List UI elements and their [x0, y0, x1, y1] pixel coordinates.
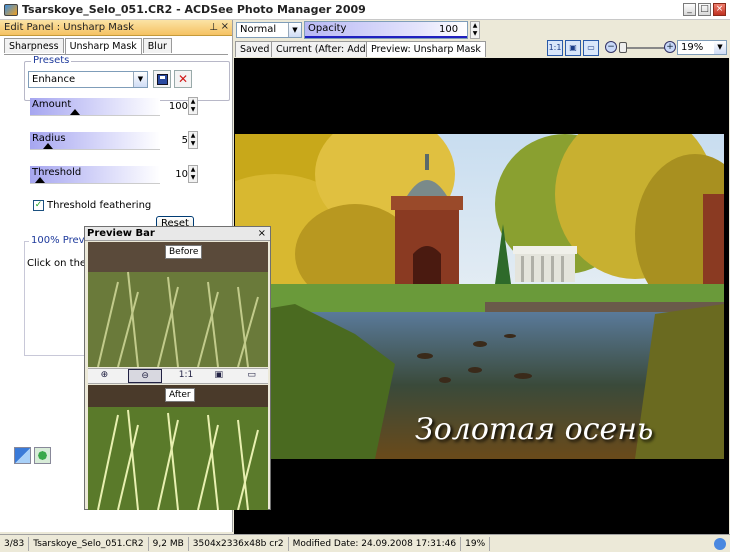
opacity-level-bar: [305, 36, 467, 38]
image-viewer[interactable]: Золотая осень: [234, 58, 729, 534]
after-label: After: [165, 388, 195, 402]
preview-bar-title: Preview Bar: [87, 228, 155, 239]
radius-track: [30, 149, 160, 150]
tab-unsharp-mask[interactable]: Unsharp Mask: [64, 38, 142, 54]
status-size: 9,2 MB: [149, 536, 189, 551]
app-icon: [4, 3, 18, 16]
fit-icon: ▣: [569, 43, 577, 52]
preview-bar-tools: ⊕ ⊖ 1:1 ▣ ▭: [88, 368, 268, 384]
delete-preset-button[interactable]: ✕: [174, 70, 192, 88]
presets-group: Presets Enhance ▼ ✕: [24, 55, 230, 101]
maximize-button[interactable]: □: [698, 3, 711, 16]
status-bar: 3/83 Tsarskoye_Selo_051.CR2 9,2 MB 3504x…: [0, 534, 730, 552]
threshold-feathering-option[interactable]: ✓ Threshold feathering: [33, 200, 151, 211]
threshold-feathering-label: Threshold feathering: [47, 200, 152, 211]
threshold-slider[interactable]: Threshold: [30, 166, 160, 184]
tab-preview[interactable]: Preview: Unsharp Mask: [366, 41, 486, 57]
status-zoom: 19%: [461, 536, 491, 551]
tab-sharpness[interactable]: Sharpness: [4, 38, 64, 53]
threshold-spinner[interactable]: ▲ ▼: [188, 165, 198, 183]
tab-blur[interactable]: Blur: [142, 38, 172, 53]
amount-slider-thumb[interactable]: [70, 109, 80, 115]
preview-bar-window: Preview Bar × Before ⊕ ⊖ 1:1 ▣ ▭ After: [84, 226, 271, 510]
grass-before-image: [88, 242, 268, 367]
radius-spinner[interactable]: ▲ ▼: [188, 131, 198, 149]
edit-tabs: Sharpness Unsharp Mask Blur: [0, 36, 232, 54]
one-to-one-icon: 1:1: [548, 43, 562, 52]
actual-size-button[interactable]: 1:1: [547, 40, 563, 56]
amount-value[interactable]: 100: [162, 101, 188, 112]
zoom-in-button[interactable]: +: [664, 41, 676, 53]
save-preset-button[interactable]: [153, 70, 171, 88]
zoom-out-button[interactable]: −: [605, 41, 617, 53]
actual-size-icon[interactable]: 1:1: [177, 369, 195, 383]
blend-mode-value: Normal: [240, 24, 277, 35]
opacity-spinner[interactable]: ▲ ▼: [470, 21, 480, 39]
amount-track: [30, 115, 160, 116]
radius-value[interactable]: 5: [162, 135, 188, 146]
tab-saved[interactable]: Saved: [235, 41, 275, 57]
presets-legend: Presets: [31, 55, 72, 66]
threshold-value[interactable]: 10: [162, 169, 188, 180]
radius-slider[interactable]: Radius: [30, 132, 160, 150]
fit-icon[interactable]: ▣: [210, 369, 228, 383]
status-dimensions: 3504x2336x48b cr2: [189, 536, 289, 551]
edit-panel-header: Edit Panel : Unsharp Mask ⊥ ×: [0, 20, 232, 36]
status-grip-icon: [714, 538, 726, 550]
zoom-value: 19%: [681, 42, 704, 53]
fit-window-button[interactable]: ▭: [583, 40, 599, 56]
panel-bottom-icons: [14, 447, 51, 464]
before-label: Before: [165, 245, 203, 259]
navigator-icon[interactable]: [34, 447, 51, 464]
amount-slider[interactable]: Amount: [30, 98, 160, 116]
fit-image-button[interactable]: ▣: [565, 40, 581, 56]
preset-value: Enhance: [32, 74, 76, 85]
close-button[interactable]: ×: [713, 3, 726, 16]
opacity-label: Opacity: [308, 23, 347, 34]
preset-select[interactable]: Enhance ▼: [28, 71, 148, 88]
blend-mode-select[interactable]: Normal ▼: [236, 22, 302, 38]
minus-icon: −: [607, 42, 615, 52]
zoom-in-icon[interactable]: ⊕: [95, 369, 113, 383]
threshold-slider-thumb[interactable]: [35, 177, 45, 183]
plus-icon: +: [666, 42, 674, 52]
minimize-button[interactable]: _: [683, 3, 696, 16]
floppy-disk-icon: [156, 73, 168, 85]
chevron-down-icon: ▼: [133, 72, 147, 87]
grass-after-image: [88, 385, 268, 510]
zoom-out-icon[interactable]: ⊖: [128, 369, 163, 383]
amount-label: Amount: [32, 99, 72, 110]
status-modified: Modified Date: 24.09.2008 17:31:46: [289, 536, 462, 551]
window-controls: _ □ ×: [683, 3, 726, 16]
before-preview[interactable]: Before: [88, 242, 268, 367]
edit-panel-title: Edit Panel : Unsharp Mask: [4, 22, 134, 33]
threshold-feathering-checkbox[interactable]: ✓: [33, 200, 44, 211]
window-icon[interactable]: ▭: [243, 369, 261, 383]
status-index: 3/83: [0, 536, 30, 551]
status-filename: Tsarskoye_Selo_051.CR2: [29, 536, 149, 551]
threshold-track: [30, 183, 160, 184]
blend-toolbar: Normal ▼ Opacity 100 ▲ ▼: [234, 20, 730, 40]
title-bar: Tsarskoye_Selo_051.CR2 - ACDSee Photo Ma…: [0, 0, 730, 20]
after-preview[interactable]: After: [88, 385, 268, 510]
radius-slider-thumb[interactable]: [43, 143, 53, 149]
photo: Золотая осень: [235, 134, 724, 459]
preview-bar-close-icon[interactable]: ×: [258, 227, 266, 240]
window-title: Tsarskoye_Selo_051.CR2 - ACDSee Photo Ma…: [22, 3, 366, 16]
panel-close-icon[interactable]: ×: [221, 21, 229, 32]
amount-spinner[interactable]: ▲ ▼: [188, 97, 198, 115]
chevron-down-icon: ▼: [714, 41, 726, 54]
compare-icon[interactable]: [14, 447, 31, 464]
opacity-value[interactable]: 100: [439, 24, 458, 35]
autumn-park-photo: [235, 134, 724, 459]
zoom-select[interactable]: 19% ▼: [677, 40, 727, 55]
zoom-slider-thumb[interactable]: [619, 42, 627, 53]
window-icon: ▭: [587, 43, 595, 52]
chevron-down-icon: ▼: [288, 23, 301, 37]
view-toolbar: Saved Current (After: Add Text) Preview:…: [234, 40, 730, 58]
preview-bar-header: Preview Bar ×: [85, 227, 270, 241]
pin-icon[interactable]: ⊥: [209, 22, 218, 33]
photo-caption: Золотая осень: [415, 412, 654, 447]
red-x-icon: ✕: [177, 72, 189, 86]
